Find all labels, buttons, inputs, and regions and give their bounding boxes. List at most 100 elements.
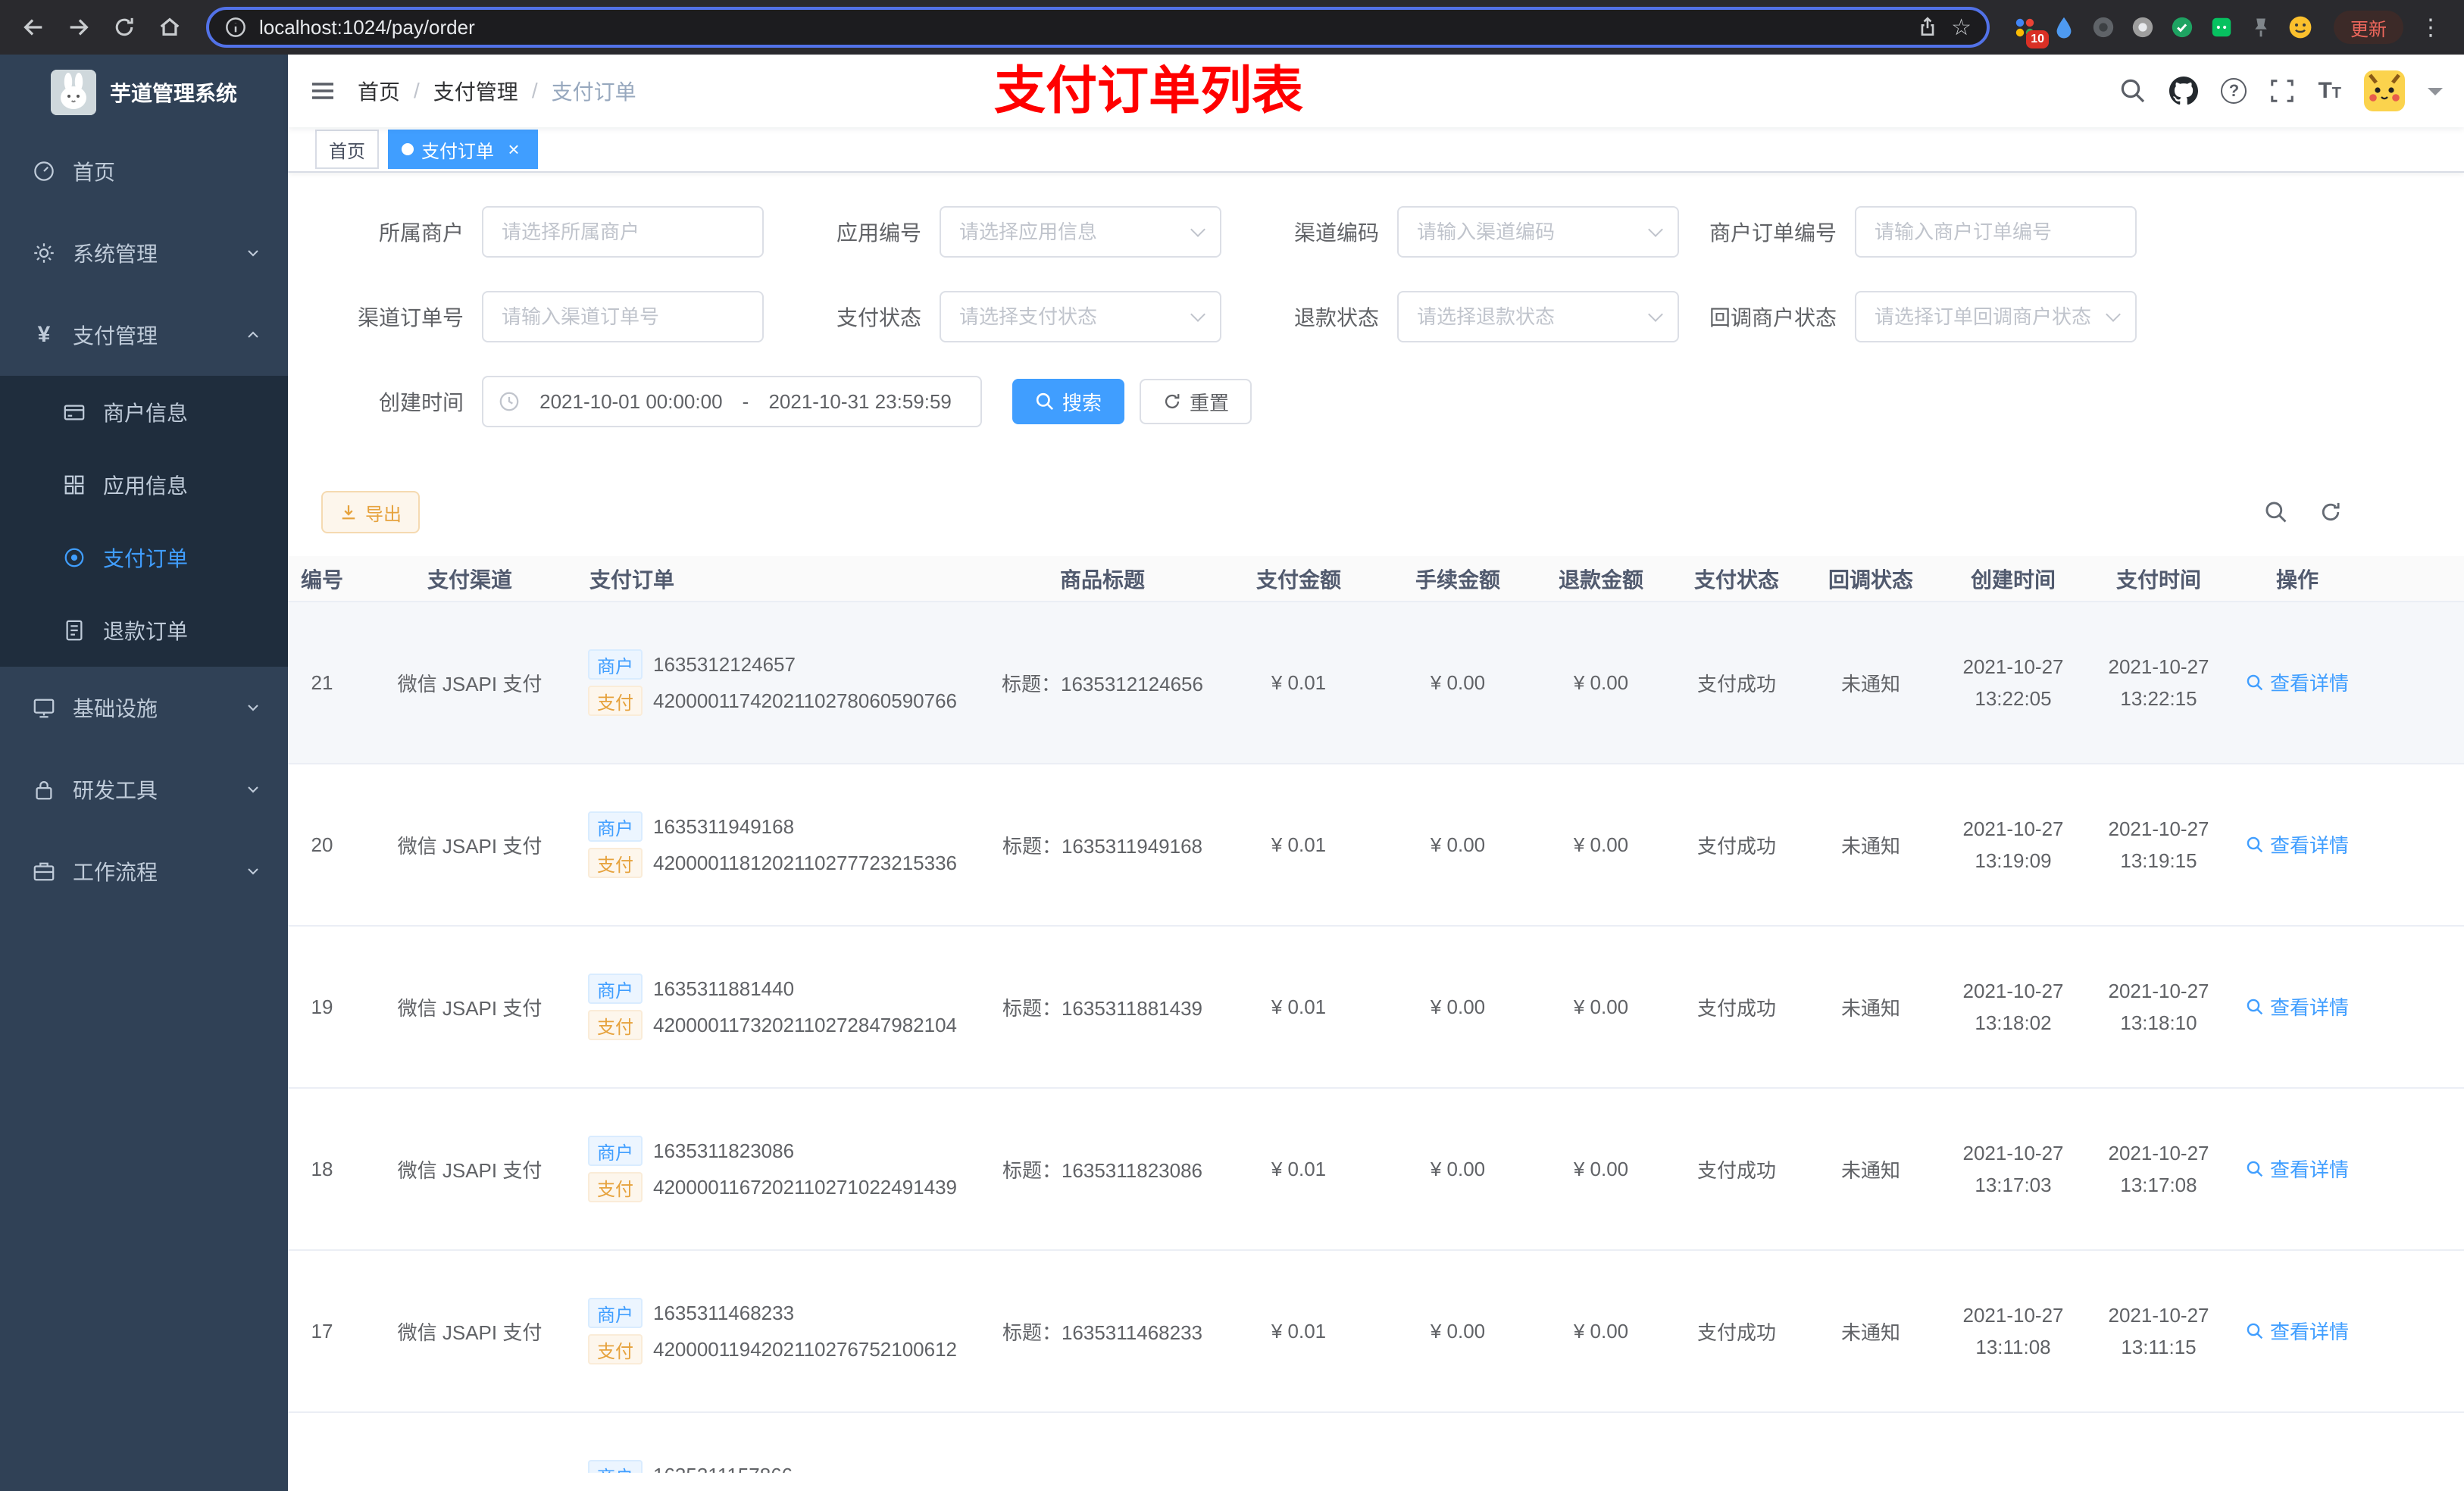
pay-channel: 微信 JSAPI 支付 (397, 996, 543, 1020)
home-icon[interactable] (149, 6, 191, 48)
sidebar-item-home[interactable]: 首页 (0, 130, 288, 212)
extension-pin-icon[interactable] (2247, 14, 2275, 41)
table-header-row: 编号 支付渠道 支付订单 商品标题 支付金额 手续金额 退款金额 支付状态 回调… (288, 556, 2464, 602)
pay-order-no: 4200001173202110272847982104 (653, 1013, 958, 1036)
page-title-annotation: 支付订单列表 (994, 62, 1304, 120)
navbar-actions: ? TT (2119, 70, 2464, 111)
merchant-order-no: 1635311823086 (653, 1139, 795, 1162)
back-icon[interactable] (12, 6, 55, 48)
export-button[interactable]: 导出 (321, 491, 420, 533)
browser-chrome: localhost:1024/pay/order ☆ 10 更新 ⋮ (0, 0, 2464, 55)
product-title: 标题：1635311881439 (1002, 996, 1203, 1020)
pay-status: 支付成功 (1696, 672, 1776, 695)
notify-status-select[interactable] (1855, 291, 2137, 342)
sidebar-item-app-info[interactable]: 应用信息 (0, 449, 288, 521)
refund-amount: ¥ 0.00 (1573, 670, 1629, 694)
browser-menu-icon[interactable]: ⋮ (2416, 14, 2446, 41)
channel-order-no-input[interactable] (482, 291, 764, 342)
sidebar: 芋道管理系统 首页 系统管理 ¥ 支付管理 商户信息 应用信息 支付订单 退款订… (0, 55, 288, 1491)
sidebar-item-system[interactable]: 系统管理 (0, 212, 288, 294)
sidebar-item-merchant-info[interactable]: 商户信息 (0, 376, 288, 449)
refresh-table-icon[interactable] (2319, 500, 2343, 524)
sidebar-menu: 首页 系统管理 ¥ 支付管理 商户信息 应用信息 支付订单 退款订单 基础设施 … (0, 130, 288, 912)
refund-status-select[interactable] (1397, 291, 1679, 342)
fullscreen-icon[interactable] (2269, 78, 2295, 104)
sidebar-item-pay[interactable]: ¥ 支付管理 (0, 294, 288, 376)
page-content: 所属商户 应用编号 (288, 173, 2464, 1491)
table-row[interactable]: 19 微信 JSAPI 支付 商户 1635311881440 支付 4200001… (288, 926, 2464, 1089)
create-date: 2021-10-27 (1962, 655, 2064, 678)
chrome-update-button[interactable]: 更新 (2334, 11, 2403, 44)
github-icon[interactable] (2169, 77, 2199, 105)
sidebar-item-pay-order[interactable]: 支付订单 (0, 521, 288, 594)
tab-pay-order[interactable]: 支付订单 × (388, 130, 538, 169)
reset-button[interactable]: 重置 (1140, 379, 1252, 424)
pay-order-no: 4200001181202110277723215336 (653, 851, 958, 874)
product-title: 标题：1635311949168 (1002, 834, 1203, 858)
address-bar[interactable]: localhost:1024/pay/order ☆ (206, 7, 1990, 48)
breadcrumb-pay-management[interactable]: 支付管理 (433, 76, 518, 106)
pay-status-select[interactable] (940, 291, 1221, 342)
extension-emoji-face-icon[interactable] (2287, 14, 2314, 41)
extension-dark-circle-icon[interactable] (2090, 14, 2117, 41)
sidebar-item-workflow[interactable]: 工作流程 (0, 830, 288, 912)
view-detail-link[interactable]: 查看详情 (2246, 1317, 2349, 1345)
lock-icon (30, 778, 58, 801)
order-id: 17 (311, 1319, 333, 1343)
sidebar-item-infrastructure[interactable]: 基础设施 (0, 667, 288, 749)
table-row[interactable]: 17 微信 JSAPI 支付 商户 1635311468233 支付 4200001… (288, 1250, 2464, 1413)
site-info-icon[interactable] (224, 16, 247, 39)
forward-icon[interactable] (58, 6, 100, 48)
app-logo[interactable]: 芋道管理系统 (0, 55, 288, 130)
breadcrumb-home[interactable]: 首页 (358, 76, 400, 106)
sidebar-toggle-icon[interactable] (288, 55, 358, 127)
pay-tag: 支付 (588, 1334, 643, 1364)
share-icon[interactable] (1916, 16, 1939, 39)
app-id-select[interactable] (940, 206, 1221, 258)
merchant-input[interactable] (482, 206, 764, 258)
help-icon[interactable]: ? (2221, 78, 2247, 104)
search-button[interactable]: 搜索 (1012, 379, 1125, 424)
merchant-tag: 商户 (588, 974, 643, 1004)
create-time-range-picker[interactable]: 2021-10-01 00:00:00 - 2021-10-31 23:59:5… (482, 376, 982, 427)
table-row[interactable]: 18 微信 JSAPI 支付 商户 1635311823086 支付 4200001… (288, 1088, 2464, 1251)
create-date: 2021-10-27 (1962, 1142, 2064, 1164)
close-icon[interactable]: × (503, 138, 524, 161)
user-avatar[interactable] (2364, 70, 2405, 111)
merchant-tag: 商户 (588, 1136, 643, 1166)
fee-amount: ¥ 0.00 (1430, 833, 1486, 856)
target-icon (61, 546, 88, 569)
view-detail-link[interactable]: 查看详情 (2246, 668, 2349, 696)
chrome-update-label: 更新 (2350, 19, 2387, 40)
date-separator: - (742, 389, 749, 413)
product-title: 标题：1635311823086 (1002, 1158, 1203, 1182)
tab-home[interactable]: 首页 (315, 130, 379, 169)
avatar-caret-icon[interactable] (2428, 88, 2443, 103)
app-title: 芋道管理系统 (109, 82, 237, 105)
pay-time: 13:11:15 (2121, 1336, 2197, 1358)
reload-icon[interactable] (103, 6, 145, 48)
sidebar-item-devtools[interactable]: 研发工具 (0, 749, 288, 830)
pay-tag: 支付 (588, 1172, 643, 1202)
extension-chat-icon[interactable] (2208, 14, 2235, 41)
pay-channel: 微信 JSAPI 支付 (397, 672, 543, 695)
hide-search-icon[interactable] (2264, 500, 2288, 524)
extension-colorful-icon[interactable]: 10 (2011, 14, 2049, 48)
merchant-order-no-input[interactable] (1855, 206, 2137, 258)
extension-drop-icon[interactable] (2050, 14, 2078, 41)
view-detail-link[interactable]: 查看详情 (2246, 992, 2349, 1021)
table-row[interactable]: 20 微信 JSAPI 支付 商户 1635311949168 支付 4200001… (288, 764, 2464, 927)
chevron-down-icon (242, 780, 264, 799)
extension-gray-circle-icon[interactable] (2129, 14, 2156, 41)
extension-green-check-icon[interactable] (2169, 14, 2196, 41)
bookmark-star-icon[interactable]: ☆ (1951, 14, 1972, 41)
font-size-icon[interactable]: TT (2318, 78, 2341, 104)
sidebar-item-refund-order[interactable]: 退款订单 (0, 594, 288, 667)
view-detail-link[interactable]: 查看详情 (2246, 830, 2349, 858)
table-row[interactable]: 21 微信 JSAPI 支付 商户 1635312124657 支付 4200001… (288, 602, 2464, 764)
search-icon[interactable] (2119, 77, 2147, 105)
table-row[interactable]: 商户1635311157866 支付 (288, 1412, 2464, 1473)
order-id: 21 (311, 670, 333, 694)
view-detail-link[interactable]: 查看详情 (2246, 1155, 2349, 1183)
channel-code-select[interactable] (1397, 206, 1679, 258)
